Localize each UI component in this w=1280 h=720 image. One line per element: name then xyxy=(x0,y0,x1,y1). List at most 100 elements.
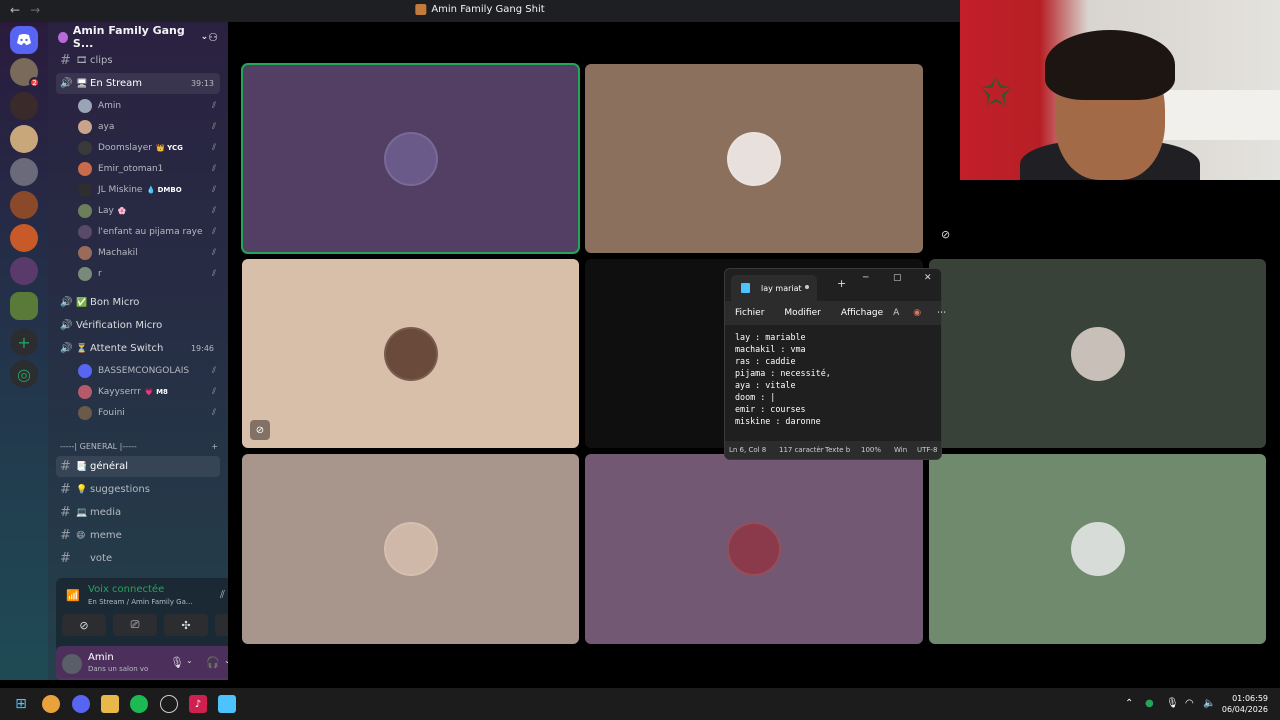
forward-arrow-icon[interactable]: → xyxy=(30,3,40,17)
muted-icon: ⫽ xyxy=(211,142,216,153)
voice-user[interactable]: JL Miskine 💧 DMBO ⫽ xyxy=(78,179,220,200)
server-avatar[interactable] xyxy=(10,191,38,219)
server-header[interactable]: Amin Family Gang S... ⌄ ⚇ xyxy=(48,22,228,52)
voice-user[interactable]: BASSEMCONGOLAIS ⫽ xyxy=(78,360,220,381)
channel-emoji: 💻 xyxy=(76,507,88,518)
copilot-icon[interactable]: ◉ xyxy=(913,308,921,318)
muted-icon: ⫽ xyxy=(211,100,216,111)
server-avatar[interactable] xyxy=(10,224,38,252)
taskbar: ⊞ ♪ ⌃ ● 🎙 ◠ 🔈 01:06:59 06/04/2026 xyxy=(0,688,1280,720)
hash-icon: # xyxy=(60,482,71,497)
spotify-icon[interactable] xyxy=(130,695,148,713)
server-avatar[interactable] xyxy=(10,92,38,120)
text-format-icon[interactable]: A xyxy=(893,308,899,318)
volume-icon[interactable]: 🔈 xyxy=(1203,698,1215,709)
participant-tile[interactable] xyxy=(929,259,1266,448)
channel-bon-micro[interactable]: 🔊 ✅ Bon Micro xyxy=(56,292,220,313)
user-name: Lay xyxy=(98,205,114,216)
voice-user[interactable]: Lay 🌸 ⫽ xyxy=(78,200,220,221)
menu-fichier[interactable]: Fichier xyxy=(735,308,764,318)
user-tag: 💧 DMBO xyxy=(146,185,182,194)
microphone-tray-icon[interactable]: 🎙 xyxy=(1166,698,1179,709)
menu-modifier[interactable]: Modifier xyxy=(784,308,820,318)
voice-user[interactable]: Fouini ⫽ xyxy=(78,402,220,423)
tiktok-icon[interactable]: ♪ xyxy=(189,695,207,713)
text-channel[interactable]: # 💻 media xyxy=(56,502,220,523)
server-avatar[interactable] xyxy=(10,257,38,285)
menu-affichage[interactable]: Affichage xyxy=(841,308,883,318)
avatar xyxy=(78,224,92,239)
avatar xyxy=(78,245,92,260)
add-channel-icon[interactable]: + xyxy=(211,442,218,451)
server-avatar[interactable] xyxy=(10,125,38,153)
voice-user[interactable]: Machakil ⫽ xyxy=(78,242,220,263)
maximize-icon[interactable]: ▢ xyxy=(893,273,902,283)
participant-tile[interactable] xyxy=(585,64,923,253)
add-server-icon[interactable]: + xyxy=(10,328,38,356)
add-member-icon[interactable]: ⚇ xyxy=(208,31,218,44)
notepad-tab[interactable]: lay mariat xyxy=(731,275,817,301)
channel-label: En Stream xyxy=(90,78,143,89)
server-avatar[interactable] xyxy=(10,158,38,186)
participant-tile[interactable] xyxy=(585,454,923,644)
voice-user[interactable]: Doomslayer 👑 YCG ⫽ xyxy=(78,137,220,158)
signal-icon[interactable]: 📶 xyxy=(66,589,80,602)
discord-home-icon[interactable] xyxy=(10,26,38,54)
windows-start-icon[interactable]: ⊞ xyxy=(12,695,30,713)
text-channel[interactable]: # vote xyxy=(56,548,220,569)
noise-suppression-icon[interactable]: ⫽ xyxy=(220,588,225,602)
voice-user[interactable]: Emir_otoman1 ⫽ xyxy=(78,158,220,179)
active-server-avatar[interactable] xyxy=(10,292,38,320)
app-icon[interactable] xyxy=(160,695,178,713)
voice-user[interactable]: l'enfant au pijama raye ⫽ xyxy=(78,221,220,242)
file-explorer-icon[interactable] xyxy=(101,695,119,713)
voice-status-subtitle[interactable]: En Stream / Amin Family Ga... xyxy=(88,598,193,606)
headphones-icon[interactable]: 🎧 xyxy=(206,656,220,669)
soundboard-button[interactable]: ♪ xyxy=(215,614,228,636)
notepad-editor[interactable]: lay : mariable machakil : vma ras : caddie… xyxy=(725,327,941,443)
minimize-icon[interactable]: ─ xyxy=(863,273,868,283)
chevron-up-icon[interactable]: ⌃ xyxy=(1125,698,1133,709)
close-icon[interactable]: ✕ xyxy=(924,273,932,283)
status-dot-icon[interactable]: ● xyxy=(1145,698,1154,709)
channel-verification-micro[interactable]: 🔊 Vérification Micro xyxy=(56,315,220,336)
system-clock[interactable]: 01:06:59 06/04/2026 xyxy=(1222,693,1268,715)
notepad-tabbar: lay mariat + ─ ▢ ✕ xyxy=(725,269,941,301)
more-options-icon[interactable]: ⋯ xyxy=(937,308,946,318)
participant-tile[interactable] xyxy=(241,63,580,254)
camera-button[interactable]: ⊘ xyxy=(62,614,106,636)
text-channel[interactable]: # 😄 meme xyxy=(56,525,220,546)
text-channel[interactable]: # 📑 général xyxy=(56,456,220,477)
channel-attente-switch[interactable]: 🔊 ⏳ Attente Switch 19:46 xyxy=(56,338,220,359)
chevron-down-icon[interactable]: ⌄ xyxy=(186,656,193,665)
text-channel[interactable]: # 💡 suggestions xyxy=(56,479,220,500)
notepad-taskbar-icon[interactable] xyxy=(218,695,236,713)
server-avatar[interactable]: 2 xyxy=(10,58,40,88)
avatar[interactable] xyxy=(62,654,82,674)
category-general[interactable]: -----| GENERAL |----- + xyxy=(60,442,218,451)
avatar xyxy=(383,522,438,576)
user-panel: Amin Dans un salon vo 🎙 ⌄ 🎧 ⌄ ⚙ xyxy=(56,646,228,680)
channel-en-stream[interactable]: 🔊 🖥 En Stream 39:13 xyxy=(56,73,220,94)
participant-tile[interactable] xyxy=(929,454,1266,644)
discord-taskbar-icon[interactable] xyxy=(72,695,90,713)
voice-user[interactable]: aya ⫽ xyxy=(78,116,220,137)
new-tab-icon[interactable]: + xyxy=(837,277,846,290)
discover-icon[interactable]: ◎ xyxy=(10,360,38,388)
voice-user[interactable]: Amin ⫽ xyxy=(78,95,220,116)
wifi-icon[interactable]: ◠ xyxy=(1185,698,1194,709)
muted-icon: ⫽ xyxy=(211,163,216,174)
chrome-icon[interactable] xyxy=(42,695,60,713)
activities-button[interactable]: ✣ xyxy=(164,614,208,636)
voice-user[interactable]: r ⫽ xyxy=(78,263,220,284)
screen-share-button[interactable]: ⎚ xyxy=(113,614,157,636)
status-zoom: 100% xyxy=(861,446,882,454)
channel-clips[interactable]: # 🎞 clips xyxy=(56,50,220,71)
back-arrow-icon[interactable]: ← xyxy=(10,3,20,17)
discord-app: ← → Amin Family Gang Shit 2 + ◎ Amin Fam… xyxy=(0,0,1280,720)
microphone-icon[interactable]: 🎙 xyxy=(170,656,184,669)
participant-tile[interactable]: ⊘ xyxy=(242,259,579,448)
voice-user[interactable]: Kayyserrr 💗 M8 ⫽ xyxy=(78,381,220,402)
participant-tile[interactable] xyxy=(242,454,579,644)
user-name: Kayyserrr xyxy=(98,386,141,397)
